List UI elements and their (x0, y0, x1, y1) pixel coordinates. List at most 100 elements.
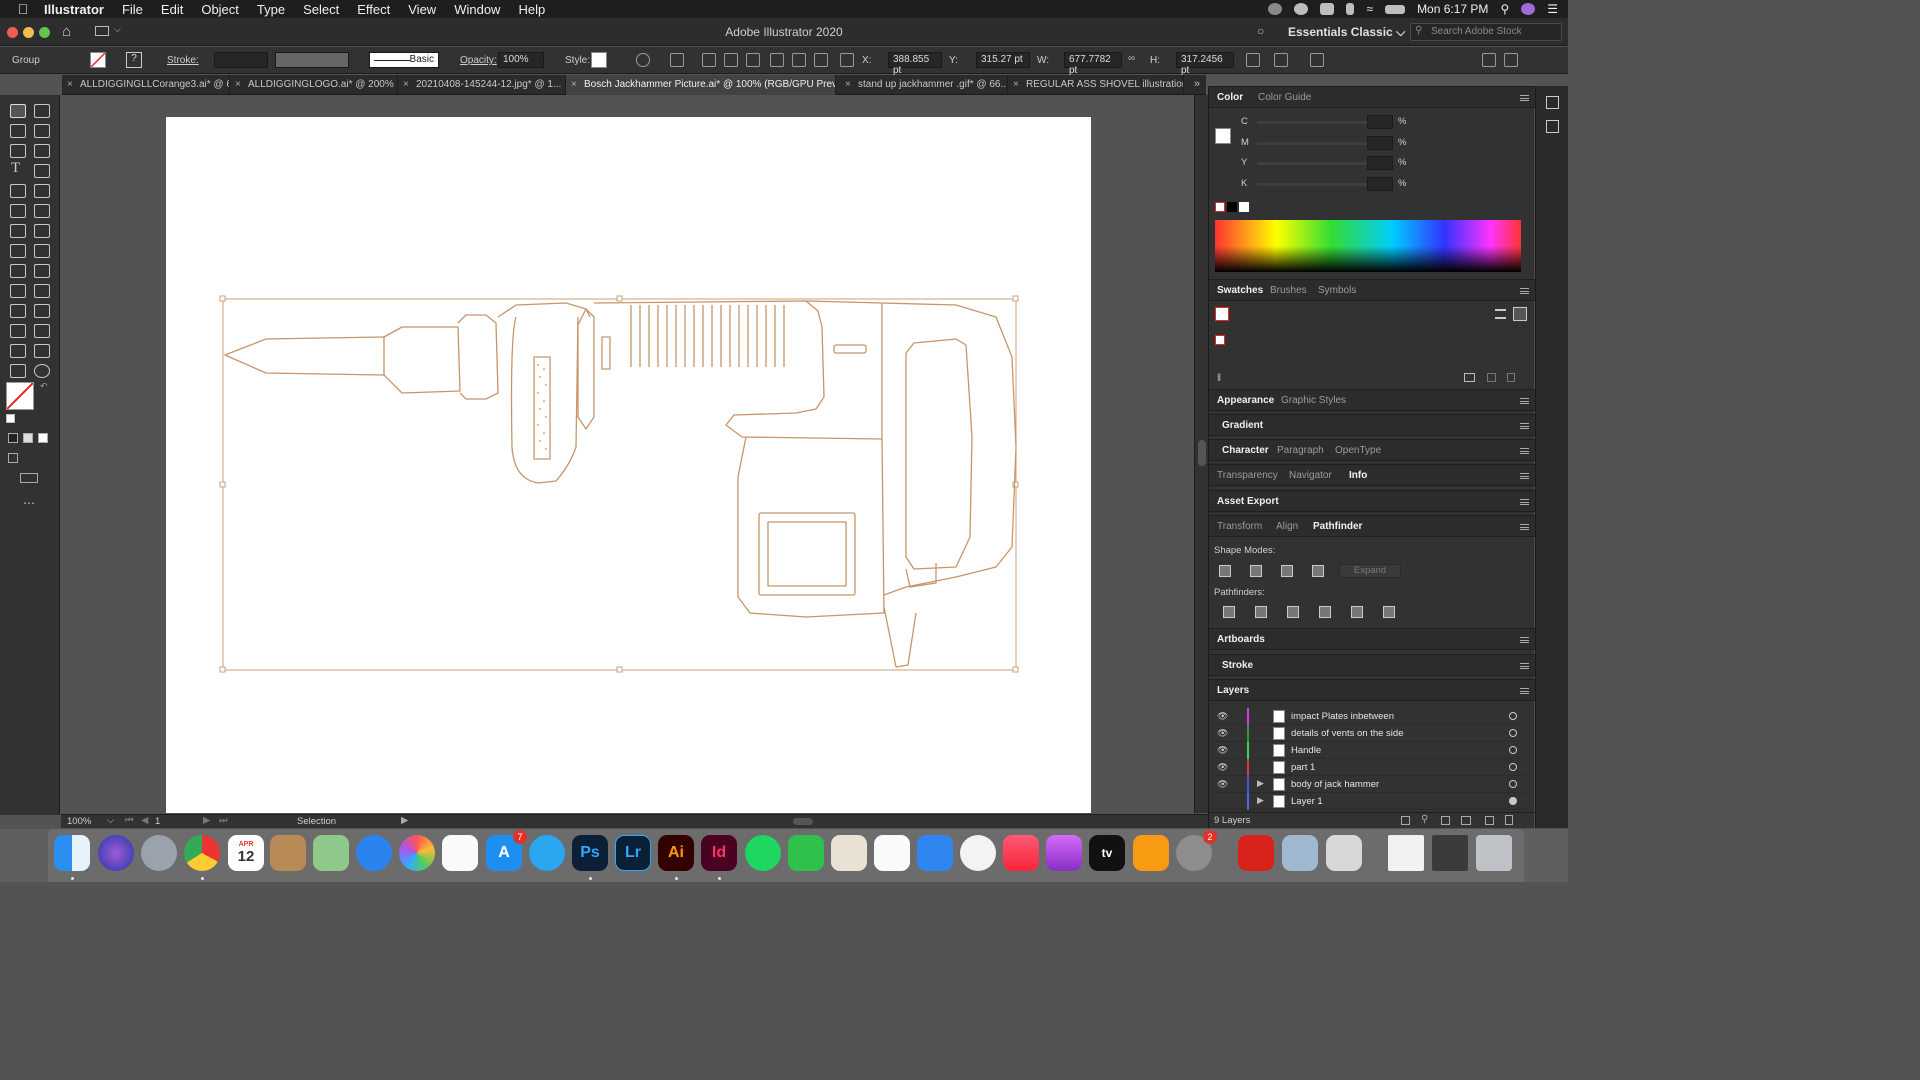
layer-name[interactable]: details of vents on the side (1291, 728, 1404, 739)
outline-icon[interactable] (1351, 606, 1363, 618)
none-swatch[interactable] (1215, 307, 1229, 321)
layer-row[interactable]: ▶ Layer 1 (1213, 793, 1525, 810)
new-swatch-icon[interactable] (1487, 373, 1496, 382)
podcasts-icon[interactable] (1046, 835, 1082, 871)
close-tab-icon[interactable]: × (845, 79, 851, 90)
artboard[interactable] (166, 117, 1091, 813)
tab-20210408-jpg[interactable]: × 20210408-145244-12.jpg* @ 1... (398, 75, 566, 95)
intersect-icon[interactable] (1281, 565, 1293, 577)
layer-row[interactable]: 👁 ▶ body of jack hammer (1213, 776, 1525, 793)
zoom-level[interactable]: 100% (67, 816, 91, 827)
tab-gradient[interactable]: Gradient (1222, 420, 1263, 431)
shape-builder-tool-icon[interactable] (10, 264, 26, 278)
menu-object[interactable]: Object (201, 2, 239, 17)
visibility-eye-icon[interactable]: 👁 (1217, 728, 1229, 738)
drawing-mode-icon[interactable] (8, 453, 18, 463)
tab-color[interactable]: Color (1217, 92, 1243, 103)
news-icon[interactable] (960, 835, 996, 871)
jackhammer-artwork[interactable] (166, 117, 1091, 813)
clock[interactable]: Mon 6:17 PM (1417, 2, 1488, 16)
layer-name[interactable]: impact Plates inbetween (1291, 711, 1394, 722)
layer-name[interactable]: Handle (1291, 745, 1321, 756)
tab-stand-up-jackhammer[interactable]: × stand up jackhammer .gif* @ 66.... (840, 75, 1008, 95)
music-icon[interactable] (1003, 835, 1039, 871)
keynote-icon[interactable] (917, 835, 953, 871)
black-swatch[interactable] (1227, 202, 1237, 212)
chrome-icon[interactable] (184, 835, 220, 871)
menu-app[interactable]: Illustrator (44, 2, 104, 17)
puppet-warp-icon[interactable] (1310, 53, 1324, 67)
menu-view[interactable]: View (408, 2, 436, 17)
none-swatch[interactable] (1215, 202, 1225, 212)
isolate-group-icon[interactable] (1274, 53, 1288, 67)
chevron-down-icon[interactable]: ⌵ (107, 815, 114, 826)
indesign-icon[interactable]: Id (701, 835, 737, 871)
crop-icon[interactable] (1319, 606, 1331, 618)
tab-regular-shovel[interactable]: × REGULAR ASS SHOVEL illustration.a (1008, 75, 1184, 95)
layer-row[interactable]: 👁 impact Plates inbetween (1213, 708, 1525, 725)
blend-tool-icon[interactable] (34, 304, 50, 318)
screenshot-icon[interactable] (1432, 835, 1468, 871)
paintbrush-tool-icon[interactable] (34, 184, 50, 198)
channel-c-field[interactable] (1367, 115, 1393, 129)
close-tab-icon[interactable]: × (571, 79, 577, 90)
visibility-eye-icon[interactable]: 👁 (1217, 745, 1229, 755)
photoshop-icon[interactable]: Ps (572, 835, 608, 871)
previous-artboard-icon[interactable]: ◀ (141, 815, 148, 826)
tab-transparency[interactable]: Transparency (1217, 470, 1278, 481)
artboard-number[interactable]: 1 (155, 816, 160, 827)
eyedropper-tool-icon[interactable] (10, 304, 26, 318)
graphic-style-swatch[interactable] (591, 52, 607, 68)
tab-align[interactable]: Align (1276, 521, 1298, 532)
gradient-mode-icon[interactable] (23, 433, 33, 443)
visibility-eye-icon[interactable]: 👁 (1217, 779, 1229, 789)
tab-character[interactable]: Character (1222, 445, 1269, 456)
target-icon[interactable] (1509, 712, 1517, 720)
pencil-tool-icon[interactable] (34, 204, 50, 218)
symbol-sprayer-tool-icon[interactable] (10, 324, 26, 338)
registration-swatch[interactable] (1215, 335, 1225, 345)
type-tool-icon[interactable]: T (11, 160, 20, 177)
unite-icon[interactable] (1219, 565, 1231, 577)
magic-wand-tool-icon[interactable] (10, 124, 26, 138)
tab-color-guide[interactable]: Color Guide (1258, 92, 1311, 103)
shaper-tool-icon[interactable] (10, 204, 26, 218)
align-center-icon[interactable] (724, 53, 738, 67)
apple-menu-icon[interactable]:  (14, 1, 32, 17)
align-top-icon[interactable] (770, 53, 784, 67)
close-tab-icon[interactable]: × (235, 79, 241, 90)
transform-icon[interactable] (1246, 53, 1260, 67)
exclude-icon[interactable] (1312, 565, 1324, 577)
create-sublayer-icon[interactable] (1461, 816, 1471, 825)
panel-menu-icon[interactable] (1520, 423, 1529, 429)
lightbulb-icon[interactable]: ○ (1257, 24, 1264, 38)
messages-icon[interactable] (529, 835, 565, 871)
trim-icon[interactable] (1255, 606, 1267, 618)
vertical-scrollbar[interactable] (1194, 95, 1208, 813)
control-center-icon[interactable]: ☰ (1547, 2, 1558, 16)
visibility-eye-icon[interactable]: 👁 (1217, 762, 1229, 772)
make-clipping-mask-icon[interactable] (1441, 816, 1450, 825)
chevron-right-icon[interactable]: ▶ (1257, 795, 1264, 806)
books-icon[interactable] (1133, 835, 1169, 871)
stroke-weight-field[interactable] (214, 52, 268, 68)
arrange-icon[interactable] (1482, 53, 1496, 67)
acrobat-icon[interactable] (1238, 835, 1274, 871)
white-swatch[interactable] (1239, 202, 1249, 212)
menu-effect[interactable]: Effect (357, 2, 390, 17)
align-left-icon[interactable] (702, 53, 716, 67)
chevron-right-icon[interactable]: ▶ (1257, 778, 1264, 789)
script-editor-icon[interactable] (1326, 835, 1362, 871)
status-icon[interactable] (1268, 3, 1283, 15)
recolor-icon[interactable] (636, 53, 650, 67)
wifi-icon[interactable]: ≈ (1366, 2, 1373, 16)
panel-menu-icon[interactable] (1520, 524, 1529, 530)
rectangle-tool-icon[interactable] (10, 184, 26, 198)
minus-front-icon[interactable] (1250, 565, 1262, 577)
panel-options-icon[interactable] (1504, 53, 1518, 67)
tab-alldiggingllcorange3[interactable]: × ALLDIGGINGLLCorange3.ai* @ 6... (62, 75, 230, 95)
constrain-proportions-icon[interactable]: ∞ (1128, 53, 1135, 64)
tab-info[interactable]: Info (1349, 470, 1367, 481)
channel-k-field[interactable] (1367, 177, 1393, 191)
hand-tool-icon[interactable] (10, 364, 26, 378)
